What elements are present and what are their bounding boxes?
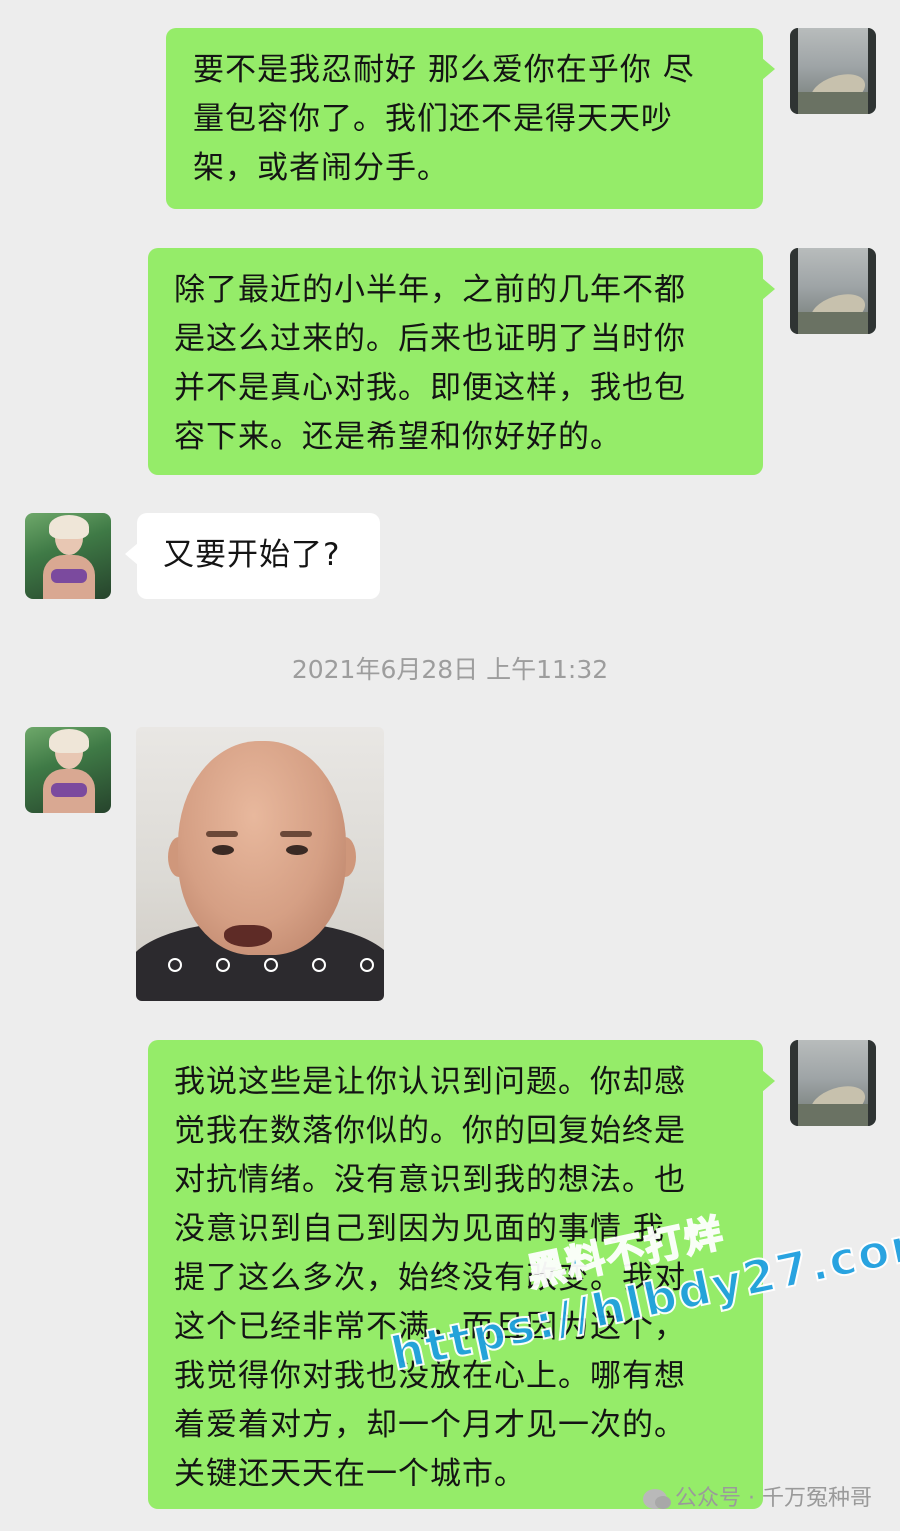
message-text-line: 容下来。还是希望和你好好的。 xyxy=(174,419,622,455)
sent-message-bubble[interactable]: 除了最近的小半年，之前的几年不都 是这么过来的。后来也证明了当时你 并不是真心对… xyxy=(148,248,775,475)
contact-avatar[interactable] xyxy=(25,513,111,599)
message-text-line: 又要开始了? xyxy=(163,537,341,573)
message-text-line: 觉我在数落你似的。你的回复始终是 xyxy=(174,1113,686,1149)
message-text-line: 除了最近的小半年，之前的几年不都 xyxy=(174,272,686,308)
my-avatar[interactable] xyxy=(790,248,876,334)
message-text-line: 并不是真心对我。即便这样，我也包 xyxy=(174,370,686,406)
message-text-line: 我说这些是让你认识到问题。你却感 xyxy=(174,1064,686,1100)
contact-avatar[interactable] xyxy=(25,727,111,813)
my-avatar[interactable] xyxy=(790,28,876,114)
carousel-dots xyxy=(168,958,384,974)
message-text-line: 量包容你了。我们还不是得天天吵 xyxy=(193,101,673,137)
message-text-line: 对抗情绪。没有意识到我的想法。也 xyxy=(174,1162,686,1198)
image-message[interactable] xyxy=(136,727,384,1001)
message-text-line: 架，或者闹分手。 xyxy=(193,150,449,186)
my-avatar[interactable] xyxy=(790,1040,876,1126)
carousel-dot[interactable] xyxy=(360,958,374,972)
message-text-line: 关键还天天在一个城市。 xyxy=(174,1456,526,1492)
received-message-bubble[interactable]: 又要开始了? xyxy=(125,513,380,599)
carousel-dot[interactable] xyxy=(312,958,326,972)
wechat-icon xyxy=(643,1489,672,1509)
footer-attribution: 公众号 · 千万冤种哥 xyxy=(643,1480,872,1512)
footer-text: 公众号 · 千万冤种哥 xyxy=(675,1486,872,1511)
message-text-line: 着爱着对方，却一个月才见一次的。 xyxy=(174,1407,686,1443)
carousel-dot[interactable] xyxy=(264,958,278,972)
timestamp: 2021年6月28日 上午11:32 xyxy=(291,655,609,684)
carousel-dot[interactable] xyxy=(168,958,182,972)
message-text-line: 是这么过来的。后来也证明了当时你 xyxy=(174,321,686,357)
carousel-dot[interactable] xyxy=(216,958,230,972)
sent-message-bubble[interactable]: 要不是我忍耐好 那么爱你在乎你 尽 量包容你了。我们还不是得天天吵 架，或者闹分… xyxy=(166,28,775,209)
message-text-line: 要不是我忍耐好 那么爱你在乎你 尽 xyxy=(193,52,695,88)
